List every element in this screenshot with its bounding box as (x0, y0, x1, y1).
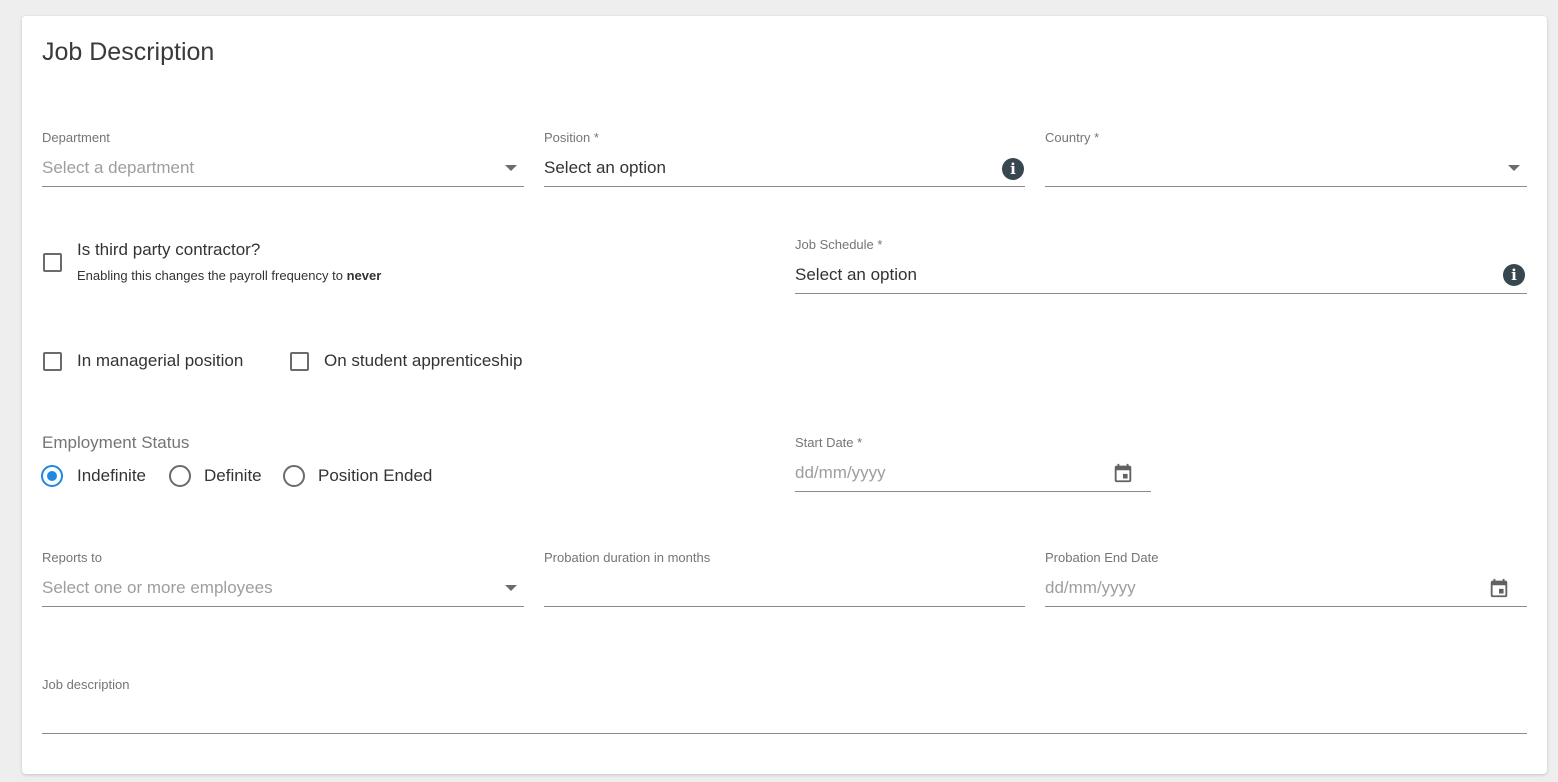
job-description-underline (42, 733, 1527, 734)
managerial-label: In managerial position (77, 351, 244, 370)
radio-definite-label: Definite (204, 466, 262, 485)
caret-down-icon[interactable] (505, 585, 517, 591)
calendar-icon[interactable] (1488, 577, 1510, 599)
department-label: Department (42, 130, 110, 145)
job-schedule-select[interactable]: Select an option (795, 265, 917, 285)
third-party-helper-text: Enabling this changes the payroll freque… (77, 268, 347, 283)
managerial-checkbox[interactable] (43, 352, 62, 371)
job-description-label: Job description (42, 677, 130, 692)
reports-to-label: Reports to (42, 550, 102, 565)
start-date-input[interactable]: dd/mm/yyyy (795, 463, 886, 483)
caret-down-icon[interactable] (1508, 165, 1520, 171)
job-description-card: Job Description Department Select a depa… (22, 16, 1547, 774)
radio-position-ended-label: Position Ended (318, 466, 433, 485)
radio-indefinite[interactable] (41, 465, 63, 487)
third-party-helper: Enabling this changes the payroll freque… (77, 268, 381, 283)
employment-status-label: Employment Status (42, 433, 190, 452)
start-date-label: Start Date * (795, 435, 863, 450)
info-icon[interactable]: i (1002, 158, 1024, 180)
page-title: Job Description (42, 38, 215, 66)
third-party-helper-bold: never (346, 268, 382, 283)
probation-duration-label: Probation duration in months (544, 550, 711, 565)
radio-position-ended[interactable] (283, 465, 305, 487)
position-select[interactable]: Select an option (544, 158, 666, 178)
job-schedule-underline (795, 293, 1527, 294)
caret-down-icon[interactable] (505, 165, 517, 171)
radio-definite[interactable] (169, 465, 191, 487)
position-underline (544, 186, 1025, 187)
department-select[interactable]: Select a department (42, 158, 194, 178)
apprenticeship-checkbox[interactable] (290, 352, 309, 371)
job-schedule-label: Job Schedule * (795, 237, 883, 252)
country-underline (1045, 186, 1527, 187)
probation-duration-underline (544, 606, 1025, 607)
third-party-label: Is third party contractor? (77, 240, 261, 259)
country-label: Country * (1045, 130, 1100, 145)
radio-indefinite-label: Indefinite (77, 466, 146, 485)
position-label: Position * (544, 130, 599, 145)
info-icon[interactable]: i (1503, 264, 1525, 286)
third-party-checkbox[interactable] (43, 253, 62, 272)
reports-to-underline (42, 606, 524, 607)
probation-end-label: Probation End Date (1045, 550, 1159, 565)
apprenticeship-label: On student apprenticeship (324, 351, 523, 370)
start-date-underline (795, 491, 1151, 492)
reports-to-select[interactable]: Select one or more employees (42, 578, 273, 598)
department-underline (42, 186, 524, 187)
probation-end-input[interactable]: dd/mm/yyyy (1045, 578, 1136, 598)
calendar-icon[interactable] (1112, 462, 1134, 484)
probation-end-underline (1045, 606, 1527, 607)
